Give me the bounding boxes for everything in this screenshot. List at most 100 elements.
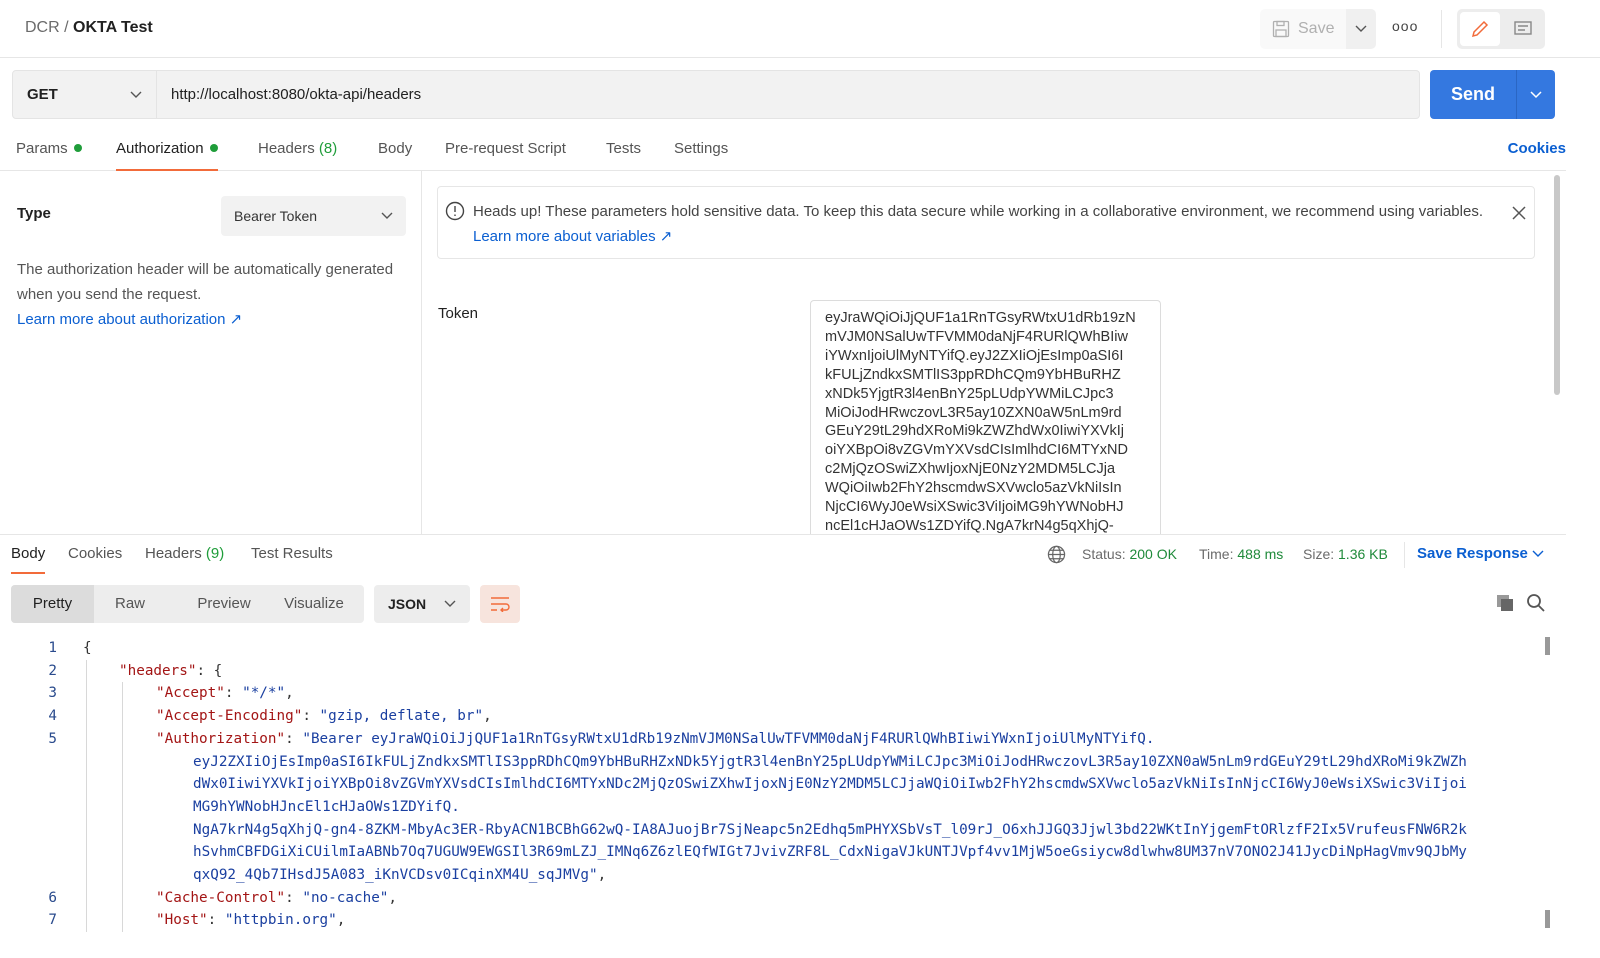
save-dropdown-chevron-icon[interactable] [1346,9,1376,49]
code-line: hSvhmCBFDGiXiCUilmIaABNb7Oq7UGUW9EWGSIl3… [193,844,1467,861]
chevron-down-icon [444,600,456,607]
token-line: xNDk5YjgtR3l4enBnY25pLUdpYWMiLCJpc3 [825,385,1114,402]
save-icon [1272,20,1290,38]
chevron-down-icon [381,212,393,219]
auth-type-select[interactable]: Bearer Token [221,196,406,236]
url-input[interactable]: http://localhost:8080/okta-api/headers [157,70,1420,119]
edit-pencil-icon[interactable] [1460,12,1500,46]
line-number: 7 [48,912,57,929]
token-line: WQiOiIwb2FhY2hscmdwSXVwclo5azVkNiIsIn [825,480,1122,497]
chevron-down-icon [1532,550,1544,557]
divider [1404,542,1405,568]
save-response-button[interactable]: Save Response [1417,545,1544,562]
request-tabs: Params Authorization Headers (8) Body Pr… [0,130,1566,171]
indent-guide [122,682,123,933]
breadcrumb: DCR / OKTA Test [25,19,153,37]
token-line: NjcCI6WyJ0eWsiXSwic3ViIjoiMG9hYWNobHJ [825,499,1124,516]
token-line: MiOiJodHRwczovL3R5ay10ZXN0aW5nLm9rd [825,404,1122,421]
send-dropdown-chevron-icon[interactable] [1516,70,1555,119]
active-dot [209,144,218,152]
scrollbar[interactable] [1545,637,1550,655]
code-line: "Host": "httpbin.org", [156,912,346,929]
auth-description: The authorization header will be automat… [17,257,407,332]
line-number: 4 [48,708,57,725]
token-line: GEuY29tL29hdXRoMi9kZWZhdWx0IiwiYXVkIj [825,423,1124,440]
alert-text: Heads up! These parameters hold sensitiv… [473,203,1483,220]
indent-guide [86,659,87,933]
time: Time: 488 ms [1199,546,1284,562]
token-label: Token [438,305,479,322]
copy-icon[interactable] [1495,593,1515,613]
tab-tests[interactable]: Tests [606,140,641,157]
line-number: 1 [48,640,57,656]
chevron-down-icon [130,91,142,98]
code-line: "Accept-Encoding": "gzip, deflate, br", [156,708,492,725]
request-title[interactable]: OKTA Test [73,19,153,36]
search-icon[interactable] [1526,593,1546,613]
code-line: MG9hYWNobHJncEl1cHJaOWs1ZDYifQ. [193,798,460,815]
status: Status: 200 OK [1082,546,1177,562]
close-icon[interactable] [1512,206,1526,220]
tab-pre-request-script[interactable]: Pre-request Script [445,140,566,157]
response-tab-headers[interactable]: Headers (9) [145,545,224,562]
line-number: 2 [48,662,57,679]
tab-settings[interactable]: Settings [674,140,728,157]
code-line: dWx0IiwiYXVkIjoiYXBpOi8vZGVmYXVsdCIsImlh… [193,776,1467,793]
tab-params[interactable]: Params [16,140,82,157]
code-line: eyJ2ZXIiOjEsImp0aSI6IkFULjZndkxSMTlIS3pp… [193,753,1467,770]
response-tab-cookies[interactable]: Cookies [68,545,122,562]
line-number: 6 [48,889,57,906]
method-select[interactable]: GET [12,70,157,119]
response-tab-body[interactable]: Body [11,545,46,574]
code-line: qxQ92_4Qb7IHsdJ5A083_iKnVCDsv0ICqinXM4U_… [193,867,607,883]
active-dot [73,144,82,152]
code-line: NgA7krN4g5qXhjQ-gn4-8ZKM-MbyAc3ER-RbyACN… [193,821,1467,838]
breadcrumb-separator: / [64,19,69,36]
format-select[interactable]: JSON [374,585,470,623]
code-line: "headers": { [119,662,223,679]
learn-more-variables-link[interactable]: Learn more about variables ↗ [473,228,672,245]
token-line: ncEl1cHJaOWs1ZDYifQ.NgA7krN4g5qXhjQ- [825,517,1114,534]
size: Size: 1.36 KB [1303,546,1388,562]
code-line: "Accept": "*/*", [156,685,294,702]
token-line: kFULjZndkxSMTlIS3ppRDhCQm9YbHBuRHZ [825,366,1121,383]
globe-icon[interactable] [1047,545,1066,564]
tab-headers[interactable]: Headers (8) [258,140,337,157]
breadcrumb-parent[interactable]: DCR [25,19,60,36]
cookies-link[interactable]: Cookies [1508,140,1566,157]
send-button[interactable]: Send [1430,70,1516,119]
token-line: oiYXBpOi8vZGVmYXVsdCIsImlhdCI6MTYxND [825,442,1128,459]
save-button[interactable]: Save [1260,9,1346,49]
wrap-lines-icon[interactable] [480,585,520,623]
divider [1441,10,1442,48]
token-line: eyJraWQiOiJjQUF1a1RnTGsyRWtxU1dRb19zN [825,310,1136,326]
line-number: 3 [48,685,57,702]
view-visualize[interactable]: Visualize [273,585,355,623]
token-line: mVJM0NSalUwTFVMM0daNjF4RURlQWhBIiw [825,328,1128,345]
comments-icon[interactable] [1504,12,1542,46]
sensitive-data-alert: Heads up! These parameters hold sensitiv… [437,186,1535,259]
view-pretty[interactable]: Pretty [11,585,94,623]
response-tab-test-results[interactable]: Test Results [251,545,333,562]
token-line: iYWxnIjoiUlMyNTYifQ.eyJ2ZXIiOjEsImp0aSI6… [825,347,1124,364]
scrollbar[interactable] [1545,910,1550,928]
code-line: "Authorization": "Bearer eyJraWQiOiJjQUF… [156,730,1155,747]
mode-toggle [1457,9,1545,49]
divider [0,534,1566,535]
learn-more-authorization-link[interactable]: Learn more about authorization ↗ [17,307,407,332]
code-line: { [83,640,92,656]
save-label: Save [1298,20,1335,37]
scrollbar[interactable] [1554,175,1560,395]
view-raw[interactable]: Raw [94,585,166,623]
tab-authorization[interactable]: Authorization [116,140,218,171]
view-mode-segmented: Pretty Raw Preview Visualize [11,585,364,623]
info-icon [445,201,465,221]
line-number: 5 [48,730,57,747]
view-preview[interactable]: Preview [181,585,267,623]
tab-body[interactable]: Body [378,140,412,157]
type-label: Type [17,205,51,222]
token-input[interactable]: eyJraWQiOiJjQUF1a1RnTGsyRWtxU1dRb19zN mVJ… [810,300,1161,534]
more-options-icon[interactable]: ooo [1392,18,1418,34]
code-line: "Cache-Control": "no-cache", [156,889,398,906]
method-value: GET [27,86,58,103]
